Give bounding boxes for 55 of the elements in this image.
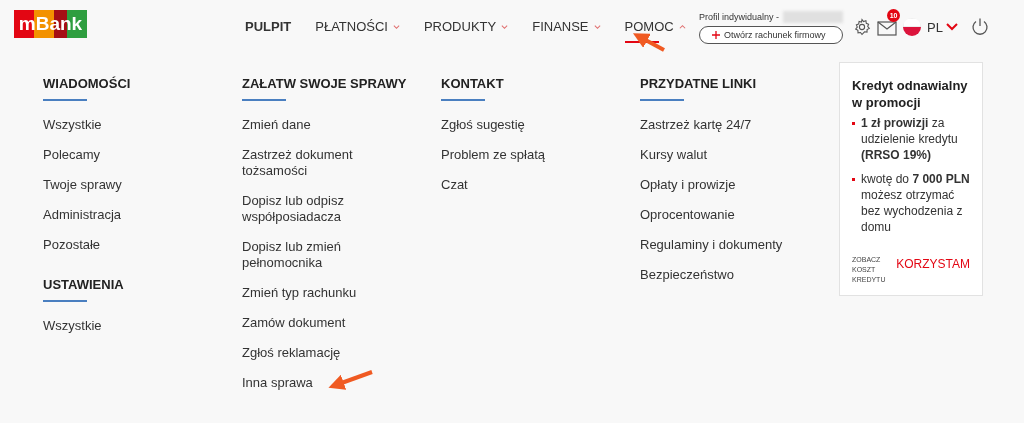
- plus-icon: [712, 30, 721, 39]
- menu-link[interactable]: Problem ze spłatą: [441, 147, 546, 163]
- nav-tab[interactable]: PŁATNOŚCI: [303, 9, 412, 43]
- menu-link[interactable]: Czat: [441, 177, 546, 193]
- bullet-icon: [852, 122, 855, 125]
- promo-title: Kredyt odnawialny w promocji: [852, 77, 969, 111]
- power-icon[interactable]: [970, 17, 990, 37]
- nav-tab[interactable]: POMOC: [612, 9, 698, 43]
- caret-icon: [946, 23, 958, 31]
- arrow: [632, 33, 665, 52]
- menu-link[interactable]: Pozostałe: [43, 237, 122, 253]
- cta-link[interactable]: KORZYSTAM: [896, 257, 970, 271]
- menu-link[interactable]: Dopisz lub odpisz współposiadacza: [242, 193, 382, 225]
- nav-tab[interactable]: PRODUKTY: [411, 9, 521, 43]
- bullet-icon: [852, 178, 855, 181]
- blurred-name: [783, 10, 844, 23]
- nav-tab[interactable]: FINANSE: [520, 9, 613, 43]
- menu-link[interactable]: Zastrzeż dokument tożsamości: [242, 147, 382, 179]
- section-heading: USTAWIENIA: [43, 277, 124, 292]
- promo-text: 1 zł prowizji za udzielenie kredytu (RRSO 19%): [861, 115, 959, 163]
- poland-flag-icon[interactable]: [903, 18, 922, 36]
- section-heading: PRZYDATNE LINKI: [640, 76, 757, 91]
- menu-link[interactable]: Oprocentowanie: [640, 207, 783, 223]
- menu-link[interactable]: Zmień dane: [242, 117, 382, 133]
- arrow: [328, 370, 373, 390]
- menu-link[interactable]: Inna sprawa: [242, 375, 382, 391]
- menu-link[interactable]: Zmień typ rachunku: [242, 285, 382, 301]
- menu-link[interactable]: Bezpieczeństwo: [640, 267, 783, 283]
- caret-icon: [392, 22, 400, 30]
- section-heading: KONTAKT: [441, 76, 504, 91]
- menu-link[interactable]: Kursy walut: [640, 147, 783, 163]
- caret-icon: [593, 22, 601, 30]
- caret-icon: [501, 22, 509, 30]
- menu-link[interactable]: Wszystkie: [43, 117, 122, 133]
- menu-link[interactable]: Administracja: [43, 207, 122, 223]
- menu-link[interactable]: Regulaminy i dokumenty: [640, 237, 783, 253]
- language-selector[interactable]: PL: [927, 19, 958, 35]
- menu-link[interactable]: Zastrzeż kartę 24/7: [640, 117, 783, 133]
- promo-text: kwotę do 7 000 PLN możesz otrzymać bez wychodzenia z domu: [861, 171, 970, 235]
- menu-link[interactable]: Dopisz lub zmień pełnomocnika: [242, 239, 382, 271]
- profile-label: Profil indywidualny -: [699, 11, 780, 22]
- menu-link[interactable]: Polecamy: [43, 147, 122, 163]
- nav-tab[interactable]: PULPIT: [233, 9, 304, 43]
- menu-link[interactable]: Zamów dokument: [242, 315, 382, 331]
- section-heading: ZAŁATW SWOJE SPRAWY: [242, 76, 407, 91]
- open-business-account-button[interactable]: Otwórz rachunek firmowy: [699, 25, 844, 44]
- caret-icon: [678, 22, 686, 30]
- mail-icon[interactable]: [877, 21, 898, 36]
- menu-link[interactable]: Zgłoś reklamację: [242, 345, 382, 361]
- menu-link[interactable]: Twoje sprawy: [43, 177, 122, 193]
- settings-icon[interactable]: [853, 18, 872, 36]
- menu-link[interactable]: Wszystkie: [43, 318, 102, 334]
- section-heading: WIADOMOŚCI: [43, 76, 131, 91]
- menu-link[interactable]: Zgłoś sugestię: [441, 117, 546, 133]
- menu-link[interactable]: Opłaty i prowizje: [640, 177, 783, 193]
